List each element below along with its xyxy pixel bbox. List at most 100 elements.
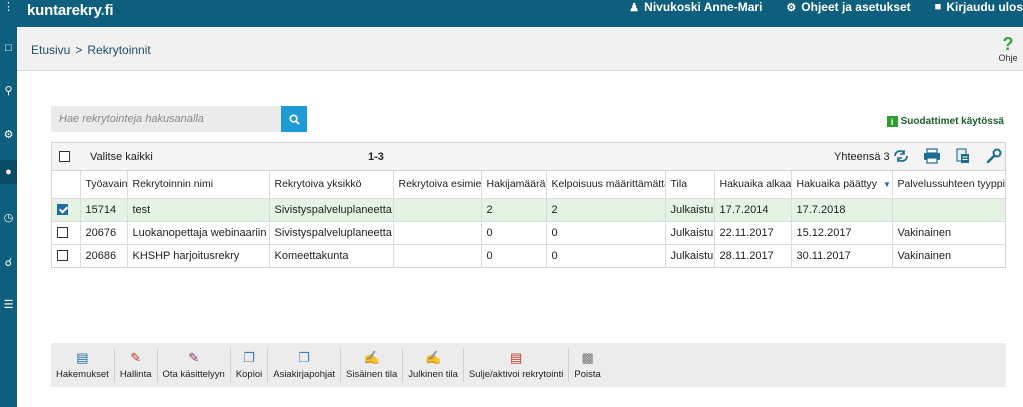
- toolbar-button-label: Sisäinen tila: [346, 368, 398, 380]
- row-checkbox[interactable]: [57, 227, 68, 239]
- table-cell: [393, 198, 482, 222]
- recruitment-nav-icon[interactable]: ●: [0, 160, 17, 184]
- table-cell: Julkaistu: [665, 198, 715, 222]
- document-nav-icon[interactable]: □: [0, 36, 17, 60]
- column-header[interactable]: Rekrytoiva esimies: [393, 171, 482, 199]
- menu-icon[interactable]: ⋮: [0, 0, 17, 18]
- column-header[interactable]: Työavain: [80, 171, 128, 199]
- search-button[interactable]: [281, 106, 307, 132]
- select-all-label[interactable]: Valitse kaikki: [90, 151, 153, 163]
- column-header-label: Hakuaika päättyy: [796, 178, 878, 191]
- table-cell: 0: [546, 221, 666, 245]
- filters-label: Suodattimet käytössä: [900, 116, 1004, 127]
- info-icon: i: [886, 116, 898, 127]
- column-header[interactable]: Hakijamäärä: [481, 171, 547, 199]
- toolbar-button-label: Ota käsittelyyn: [162, 368, 225, 380]
- edit-icon: ✎: [188, 349, 200, 365]
- gears-icon: ⚙: [786, 1, 797, 14]
- table-cell: 17.7.2014: [714, 198, 792, 222]
- plug-nav-icon[interactable]: ⚙: [0, 122, 17, 146]
- breadcrumb-separator: >: [75, 43, 83, 57]
- user-name: Nivukoski Anne-Mari: [644, 0, 763, 14]
- breadcrumb: Etusivu > Rekrytoinnit: [31, 43, 151, 57]
- column-header[interactable]: Hakuaika alkaa: [714, 171, 792, 199]
- row-checkbox[interactable]: [57, 250, 68, 262]
- table-row[interactable]: 20676 Luokanopettaja webinaariin Sivistysp…: [52, 221, 1005, 245]
- table-row[interactable]: 15714 test Sivistyspalveluplaneetta 2 2 Julka…: [52, 198, 1005, 222]
- toolbar-button-label: Hakemukset: [56, 368, 109, 380]
- select-all-checkbox[interactable]: [59, 151, 70, 162]
- public-state-icon: ✍: [424, 349, 442, 365]
- table-cell: Vakinainen: [897, 249, 952, 262]
- table-cell: test: [127, 198, 270, 222]
- search-nav-icon[interactable]: ☌: [0, 250, 17, 274]
- close-activate-icon: ▤: [510, 349, 523, 365]
- action-toolbar: ▤ Hakemukset ✎ Hallinta ✎ Ota käsittelyyn ❐ Kop…: [51, 343, 1006, 387]
- column-header-sorted[interactable]: Hakuaika päättyy ▼: [791, 171, 893, 199]
- result-range: 1-3: [368, 151, 384, 163]
- breadcrumb-bar: Etusivu > Rekrytoinnit ? Ohje: [17, 27, 1023, 71]
- print-icon[interactable]: [923, 147, 941, 165]
- logo[interactable]: kuntarekry.fi: [27, 2, 114, 19]
- table-cell: 0: [481, 244, 547, 267]
- filters-indicator[interactable]: i Suodattimet käytössä: [886, 116, 1004, 127]
- table-row[interactable]: 20686 KHSHP harjoitusrekry Komeettakunta 0 0…: [52, 244, 1005, 267]
- column-header[interactable]: Rekrytoinnin nimi: [127, 171, 270, 199]
- table-cell: Sivistyspalveluplaneetta: [269, 221, 394, 245]
- toolbar-button[interactable]: ❐ Kopioi: [231, 348, 269, 382]
- toolbar-button[interactable]: ▩ Poista: [569, 348, 605, 382]
- export-icon[interactable]: [954, 147, 972, 165]
- toolbar-button[interactable]: ✎ Hallinta: [115, 348, 158, 382]
- breadcrumb-home-link[interactable]: Etusivu: [31, 43, 70, 57]
- table-cell: KHSHP harjoitusrekry: [127, 244, 270, 267]
- people-nav-icon[interactable]: ⚲: [0, 78, 17, 102]
- clock-nav-icon[interactable]: ◷: [0, 205, 17, 229]
- recruitment-table: Työavain Rekrytoinnin nimi Rekrytoiva yk…: [52, 171, 1005, 267]
- refresh-icon[interactable]: [892, 147, 910, 165]
- table-cell: 2: [481, 198, 547, 222]
- table-cell: Komeettakunta: [269, 244, 394, 267]
- table-cell: [892, 198, 1005, 222]
- document-icon: ▤: [76, 349, 89, 365]
- toolbar-button[interactable]: ▤ Sulje/aktivoi rekrytointi: [464, 348, 570, 382]
- pencil-icon: ✎: [130, 349, 142, 365]
- help-button[interactable]: ? Ohje: [997, 35, 1019, 63]
- help-label: Ohje: [998, 53, 1018, 63]
- settings-nav-icon[interactable]: ☰: [0, 292, 17, 316]
- user-menu[interactable]: ♟ Nivukoski Anne-Mari: [629, 0, 762, 14]
- row-select-cell: [52, 244, 81, 267]
- row-select-cell: [52, 198, 81, 222]
- sort-down-icon: ▼: [883, 180, 891, 190]
- table-cell: 15.12.2017: [791, 221, 893, 245]
- logout-link[interactable]: ■ Kirjaudu ulos: [935, 0, 1023, 14]
- table-cell: 0: [481, 221, 547, 245]
- table-cell: [393, 221, 482, 245]
- table-cell: 30.11.2017: [791, 244, 893, 267]
- toolbar-button[interactable]: ✍ Sisäinen tila: [341, 348, 404, 382]
- table-cell: Julkaistu: [665, 244, 715, 267]
- grid-tools: [892, 147, 1003, 165]
- grid-header-bar: Valitse kaikki 1-3 Yhteensä 3: [52, 143, 1005, 171]
- result-total: Yhteensä 3: [834, 151, 890, 163]
- settings-label: Ohjeet ja asetukset: [801, 0, 911, 14]
- lock-icon: ■: [934, 1, 942, 13]
- column-header[interactable]: Tila: [665, 171, 715, 199]
- row-checkbox[interactable]: [57, 204, 68, 216]
- toolbar-button[interactable]: ❐ Asiakirjapohjat: [268, 348, 342, 382]
- column-header[interactable]: Palvelussuhteen tyyppi: [892, 171, 1005, 199]
- toolbar-button-label: Hallinta: [119, 368, 152, 380]
- toolbar-button[interactable]: ✍ Julkinen tila: [403, 348, 464, 382]
- toolbar-button-label: Kopioi: [235, 368, 263, 380]
- settings-link[interactable]: ⚙ Ohjeet ja asetukset: [786, 0, 910, 14]
- user-icon: ♟: [629, 1, 640, 14]
- wrench-icon[interactable]: [985, 147, 1003, 165]
- recruitment-grid: Valitse kaikki 1-3 Yhteensä 3 Työavain R…: [51, 142, 1006, 268]
- toolbar-button[interactable]: ✎ Ota käsittelyyn: [158, 348, 231, 382]
- table-cell: Vakinainen: [892, 221, 1005, 245]
- toolbar-button[interactable]: ▤ Hakemukset: [51, 348, 115, 382]
- column-header[interactable]: Kelpoisuus määrittämättä: [546, 171, 666, 199]
- search-input[interactable]: [51, 106, 281, 132]
- toolbar-button-label: Sulje/aktivoi rekrytointi: [468, 368, 564, 380]
- row-select-cell: [52, 221, 81, 245]
- column-header[interactable]: Rekrytoiva yksikkö: [269, 171, 394, 199]
